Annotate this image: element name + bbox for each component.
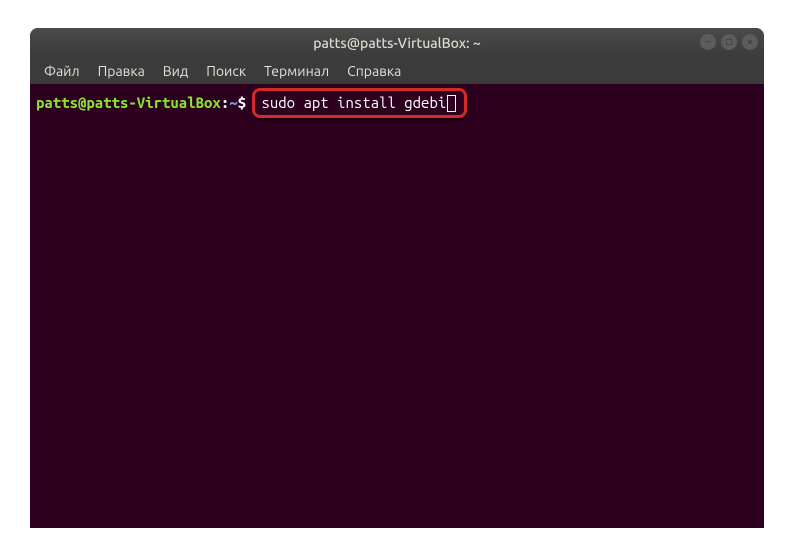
prompt-user-host: patts@patts-VirtualBox <box>36 93 221 113</box>
menu-help[interactable]: Справка <box>339 61 409 81</box>
menu-terminal[interactable]: Терминал <box>256 61 337 81</box>
menu-search[interactable]: Поиск <box>198 61 254 81</box>
terminal-line: patts@patts-VirtualBox:~$ sudo apt insta… <box>36 88 758 118</box>
maximize-button[interactable]: □ <box>721 34 737 50</box>
close-button[interactable]: × <box>742 34 758 50</box>
menu-file[interactable]: Файл <box>36 61 88 81</box>
window-controls: – □ × <box>700 34 758 50</box>
prompt-path: ~ <box>229 93 237 113</box>
command-highlight: sudo apt install gdebi <box>252 88 467 118</box>
terminal-window: patts@patts-VirtualBox: ~ – □ × Файл Пра… <box>30 28 764 528</box>
titlebar: patts@patts-VirtualBox: ~ – □ × <box>30 28 764 58</box>
menu-edit[interactable]: Правка <box>90 61 153 81</box>
minimize-button[interactable]: – <box>700 34 716 50</box>
prompt-symbol: $ <box>238 93 246 113</box>
menu-view[interactable]: Вид <box>155 61 196 81</box>
window-title: patts@patts-VirtualBox: ~ <box>313 35 480 51</box>
terminal-area[interactable]: patts@patts-VirtualBox:~$ sudo apt insta… <box>30 84 764 528</box>
menubar: Файл Правка Вид Поиск Терминал Справка <box>30 58 764 84</box>
cursor-icon <box>447 95 456 112</box>
prompt-colon: : <box>221 93 229 113</box>
command-text: sudo apt install gdebi <box>261 93 446 113</box>
